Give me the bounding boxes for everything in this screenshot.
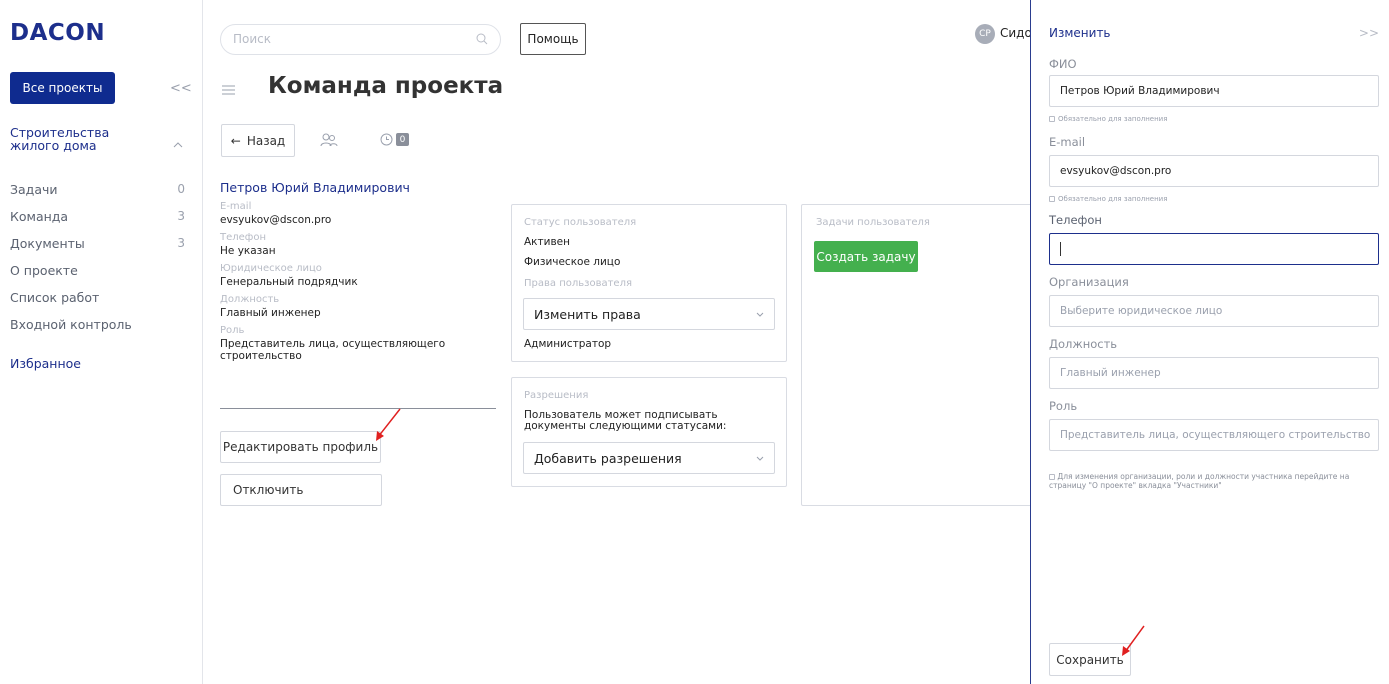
status-label: Статус пользователя bbox=[524, 217, 637, 228]
sidebar-item-label: Задачи bbox=[10, 182, 58, 197]
phone-label: Телефон bbox=[1049, 213, 1102, 227]
page-title: Команда проекта bbox=[268, 73, 504, 99]
permissions-card: Разрешения Пользователь может подписыват… bbox=[511, 377, 787, 487]
text-cursor bbox=[1060, 242, 1061, 256]
sidebar-nav: Задачи 0 Команда 3 Документы 3 О проекте… bbox=[10, 182, 185, 344]
sidebar-item-favorites[interactable]: Избранное bbox=[10, 356, 81, 371]
permissions-label: Разрешения bbox=[524, 390, 589, 401]
email-value: evsyukov@dscon.pro bbox=[220, 214, 332, 226]
position-label: Должность bbox=[1049, 337, 1118, 351]
back-label: Назад bbox=[246, 133, 286, 148]
search-icon[interactable] bbox=[476, 33, 488, 45]
dropdown-label: Добавить разрешения bbox=[534, 450, 682, 466]
status-value: Активен bbox=[524, 236, 570, 248]
edit-profile-button[interactable]: Редактировать профиль bbox=[220, 431, 381, 463]
email-label: E-mail bbox=[220, 201, 252, 212]
sidebar-item-label: Входной контроль bbox=[10, 317, 132, 332]
arrow-left-icon: ← bbox=[230, 133, 241, 148]
email-required-hint: Обязательно для заполнения bbox=[1049, 195, 1167, 203]
rights-label: Права пользователя bbox=[524, 278, 632, 289]
position-value: Главный инженер bbox=[220, 307, 321, 319]
sidebar-item-work-list[interactable]: Список работ bbox=[10, 290, 185, 317]
sidebar-item-count: 3 bbox=[177, 236, 185, 250]
profile-details: Петров Юрий Владимирович E-mail evsyukov… bbox=[220, 180, 497, 362]
sidebar-item-documents[interactable]: Документы 3 bbox=[10, 236, 185, 263]
sidebar-item-label: Документы bbox=[10, 236, 85, 251]
drawer-note: Для изменения организации, роли и должно… bbox=[1049, 472, 1379, 490]
info-icon bbox=[1049, 116, 1055, 122]
legal-entity-label: Юридическое лицо bbox=[220, 263, 322, 274]
clock-icon[interactable] bbox=[380, 133, 393, 146]
rights-value: Администратор bbox=[524, 338, 612, 350]
role-label: Роль bbox=[220, 325, 245, 336]
users-icon[interactable] bbox=[320, 133, 338, 147]
menu-icon[interactable] bbox=[222, 80, 235, 99]
phone-label: Телефон bbox=[220, 232, 267, 243]
chevron-down-icon bbox=[756, 453, 764, 464]
chevron-up-icon[interactable] bbox=[173, 138, 183, 151]
sidebar: DACON Все проекты << Строительства жилог… bbox=[0, 0, 203, 684]
phone-value: Не указан bbox=[220, 245, 276, 257]
sidebar-item-count: 0 bbox=[177, 182, 185, 196]
role-label: Роль bbox=[1049, 399, 1078, 413]
sidebar-item-count: 3 bbox=[177, 209, 185, 223]
back-button[interactable]: ← Назад bbox=[221, 124, 295, 157]
note-text: Для изменения организации, роли и должно… bbox=[1049, 472, 1350, 490]
fio-required-hint: Обязательно для заполнения bbox=[1049, 115, 1167, 123]
sidebar-item-tasks[interactable]: Задачи 0 bbox=[10, 182, 185, 209]
phone-field[interactable] bbox=[1049, 233, 1379, 265]
info-icon bbox=[1049, 196, 1055, 202]
dropdown-label: Изменить права bbox=[534, 306, 641, 322]
person-type-value: Физическое лицо bbox=[524, 256, 621, 268]
project-name[interactable]: Строительства жилого дома bbox=[10, 126, 150, 152]
info-icon bbox=[1049, 474, 1055, 480]
legal-entity-value: Генеральный подрядчик bbox=[220, 276, 358, 288]
permissions-text: Пользователь может подписывать документы… bbox=[524, 409, 727, 432]
profile-name: Петров Юрий Владимирович bbox=[220, 180, 410, 195]
user-tasks-card: Задачи пользователя Создать задачу bbox=[801, 204, 1041, 506]
edit-drawer: Изменить >> ФИО Петров Юрий Владимирович… bbox=[1030, 0, 1389, 684]
divider bbox=[220, 408, 496, 409]
sidebar-item-label: Список работ bbox=[10, 290, 100, 305]
change-rights-dropdown[interactable]: Изменить права bbox=[523, 298, 775, 330]
hint-text: Обязательно для заполнения bbox=[1058, 195, 1168, 203]
fio-field[interactable]: Петров Юрий Владимирович bbox=[1049, 75, 1379, 107]
logo: DACON bbox=[10, 20, 106, 46]
collapse-sidebar-icon[interactable]: << bbox=[170, 81, 192, 96]
role-value: Представитель лица, осуществляющего стро… bbox=[220, 338, 446, 362]
all-projects-button[interactable]: Все проекты bbox=[10, 72, 115, 104]
fio-label: ФИО bbox=[1049, 57, 1077, 71]
sidebar-item-label: Команда bbox=[10, 209, 69, 224]
create-task-button[interactable]: Создать задачу bbox=[814, 241, 918, 272]
close-drawer-icon[interactable]: >> bbox=[1359, 26, 1379, 40]
organization-select[interactable]: Выберите юридическое лицо bbox=[1049, 295, 1379, 327]
drawer-title: Изменить bbox=[1049, 26, 1111, 40]
add-permissions-dropdown[interactable]: Добавить разрешения bbox=[523, 442, 775, 474]
tasks-label: Задачи пользователя bbox=[816, 217, 930, 228]
disable-button[interactable]: Отключить bbox=[220, 474, 382, 506]
position-label: Должность bbox=[220, 294, 280, 305]
user-name[interactable]: Сидо bbox=[1000, 26, 1032, 40]
user-status-card: Статус пользователя Активен Физическое л… bbox=[511, 204, 787, 362]
chevron-down-icon bbox=[756, 309, 764, 320]
history-count-badge: 0 bbox=[396, 133, 409, 146]
sidebar-item-about[interactable]: О проекте bbox=[10, 263, 185, 290]
sidebar-item-label: О проекте bbox=[10, 263, 78, 278]
email-label: E-mail bbox=[1049, 135, 1086, 149]
organization-label: Организация bbox=[1049, 275, 1129, 289]
annotation-arrow-save bbox=[1122, 625, 1145, 656]
help-button[interactable]: Помощь bbox=[520, 23, 586, 55]
sidebar-item-incoming-control[interactable]: Входной контроль bbox=[10, 317, 185, 344]
position-field[interactable]: Главный инженер bbox=[1049, 357, 1379, 389]
email-field[interactable]: evsyukov@dscon.pro bbox=[1049, 155, 1379, 187]
sidebar-item-team[interactable]: Команда 3 bbox=[10, 209, 185, 236]
avatar[interactable]: СР bbox=[975, 24, 995, 44]
annotation-arrow-edit bbox=[376, 408, 401, 441]
search-input[interactable] bbox=[233, 32, 453, 46]
role-field[interactable]: Представитель лица, осуществляющего стро… bbox=[1049, 419, 1379, 451]
search-box[interactable] bbox=[220, 24, 501, 55]
hint-text: Обязательно для заполнения bbox=[1058, 115, 1168, 123]
